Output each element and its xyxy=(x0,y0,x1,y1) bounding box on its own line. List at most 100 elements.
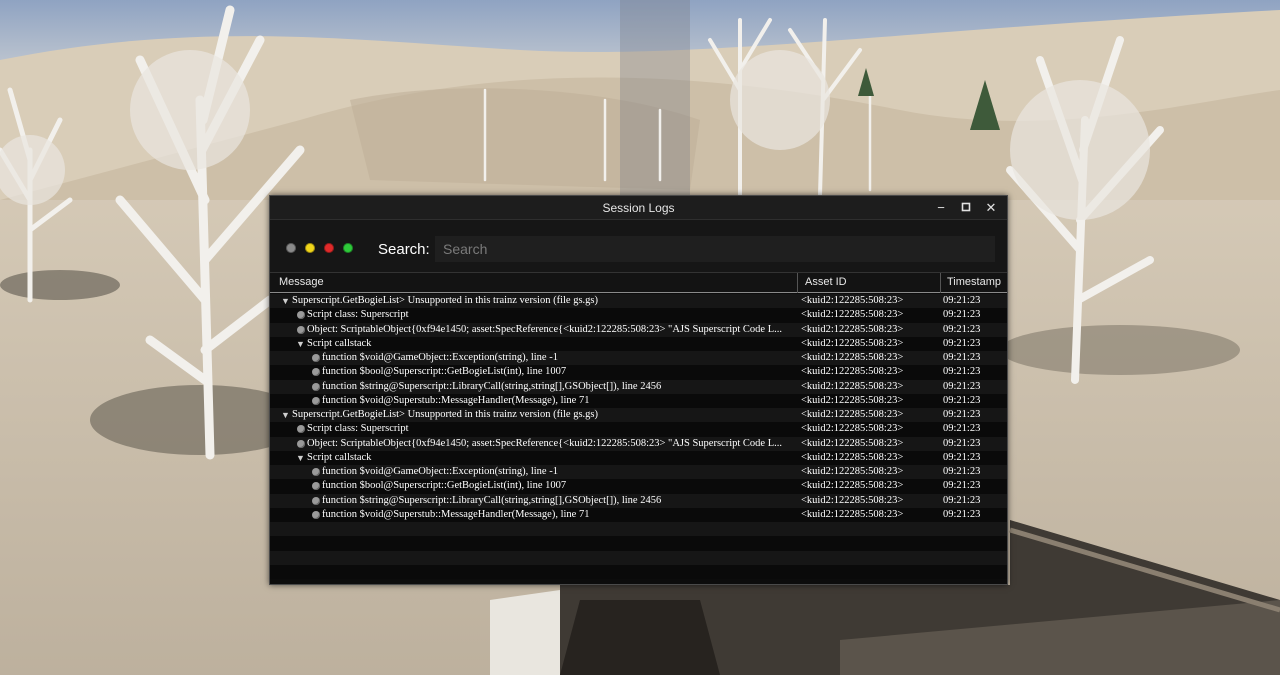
log-timestamp: 09:21:23 xyxy=(943,295,981,306)
log-message: function $void@Superstub::MessageHandler… xyxy=(322,394,590,406)
log-message: Object: ScriptableObject{0xf94e1450; ass… xyxy=(307,437,782,449)
log-message: Superscript.GetBogieList> Unsupported in… xyxy=(292,409,598,420)
log-asset-id: <kuid2:122285:508:23> xyxy=(801,380,904,392)
log-timestamp: 09:21:23 xyxy=(943,451,981,463)
log-timestamp: 09:21:23 xyxy=(943,423,981,435)
bullet-icon xyxy=(312,482,320,491)
log-timestamp: 09:21:23 xyxy=(943,437,981,449)
bullet-icon xyxy=(312,510,320,519)
log-timestamp: 09:21:23 xyxy=(943,323,981,335)
log-timestamp: 09:21:23 xyxy=(943,508,981,520)
log-message: function $bool@Superscript::GetBogieList… xyxy=(322,366,567,378)
log-timestamp: 09:21:23 xyxy=(943,352,981,363)
log-asset-id: <kuid2:122285:508:23> xyxy=(801,437,904,449)
bullet-icon xyxy=(297,439,305,448)
bullet-icon xyxy=(297,325,305,334)
gray-filter-dot[interactable] xyxy=(286,243,296,253)
log-asset-id: <kuid2:122285:508:23> xyxy=(801,466,904,477)
log-asset-id: <kuid2:122285:508:23> xyxy=(801,352,904,363)
log-row[interactable]: Script class: Superscript <kuid2:122285:5… xyxy=(270,308,1007,323)
green-filter-dot[interactable] xyxy=(343,243,353,253)
log-asset-id: <kuid2:122285:508:23> xyxy=(801,508,904,520)
log-asset-id: <kuid2:122285:508:23> xyxy=(801,409,904,420)
log-asset-id: <kuid2:122285:508:23> xyxy=(801,337,904,349)
maximize-icon xyxy=(961,200,971,215)
log-row[interactable]: function $bool@Superscript::GetBogieList… xyxy=(270,365,1007,380)
expand-triangle-icon[interactable]: ▼ xyxy=(281,294,290,308)
bullet-icon xyxy=(312,468,320,476)
log-row[interactable]: function $void@GameObject::Exception(str… xyxy=(270,351,1007,366)
log-row[interactable]: ▼ Script callstack <kuid2:122285:508:23> 09… xyxy=(270,336,1007,351)
log-timestamp: 09:21:23 xyxy=(943,366,981,378)
log-row[interactable]: Object: ScriptableObject{0xf94e1450; ass… xyxy=(270,436,1007,451)
log-row[interactable]: Object: ScriptableObject{0xf94e1450; ass… xyxy=(270,322,1007,337)
log-timestamp: 09:21:23 xyxy=(943,394,981,406)
log-row[interactable]: ▼ Superscript.GetBogieList> Unsupported i… xyxy=(270,294,1007,309)
search-input[interactable] xyxy=(435,236,995,262)
log-message: Script class: Superscript xyxy=(307,309,409,321)
bullet-icon xyxy=(312,496,320,505)
log-asset-id: <kuid2:122285:508:23> xyxy=(801,366,904,378)
log-row[interactable]: ▼ Superscript.GetBogieList> Unsupported i… xyxy=(270,408,1007,423)
log-row[interactable]: function $string@Superscript::LibraryCal… xyxy=(270,379,1007,394)
log-timestamp: 09:21:23 xyxy=(943,337,981,349)
log-message: Script callstack xyxy=(307,451,372,463)
empty-row xyxy=(270,522,1007,537)
log-row[interactable]: function $void@Superstub::MessageHandler… xyxy=(270,507,1007,522)
yellow-filter-dot[interactable] xyxy=(305,243,315,253)
title-bar[interactable]: Session Logs − ✕ xyxy=(270,196,1007,220)
bullet-icon xyxy=(312,396,320,405)
red-filter-dot[interactable] xyxy=(324,243,334,253)
log-row[interactable]: function $string@Superscript::LibraryCal… xyxy=(270,493,1007,508)
log-message: Script callstack xyxy=(307,337,372,349)
empty-row xyxy=(270,536,1007,551)
log-message: Object: ScriptableObject{0xf94e1450; ass… xyxy=(307,323,782,335)
close-icon: ✕ xyxy=(985,200,997,215)
table-header: Message Asset ID Timestamp xyxy=(270,272,1007,293)
log-timestamp: 09:21:23 xyxy=(943,494,981,506)
log-row[interactable]: function $void@Superstub::MessageHandler… xyxy=(270,393,1007,408)
log-table-body[interactable]: ▼ Superscript.GetBogieList> Unsupported i… xyxy=(270,294,1007,584)
close-button[interactable]: ✕ xyxy=(982,199,1000,217)
log-message: function $void@GameObject::Exception(str… xyxy=(322,466,558,477)
log-asset-id: <kuid2:122285:508:23> xyxy=(801,309,904,321)
log-message: Superscript.GetBogieList> Unsupported in… xyxy=(292,295,598,306)
column-header-timestamp[interactable]: Timestamp xyxy=(940,273,1009,293)
log-asset-id: <kuid2:122285:508:23> xyxy=(801,480,904,492)
log-timestamp: 09:21:23 xyxy=(943,480,981,492)
log-timestamp: 09:21:23 xyxy=(943,466,981,477)
minimize-icon: − xyxy=(937,200,945,215)
log-row[interactable]: Script class: Superscript <kuid2:122285:5… xyxy=(270,422,1007,437)
empty-row xyxy=(270,550,1007,565)
log-row[interactable]: function $void@GameObject::Exception(str… xyxy=(270,465,1007,480)
maximize-button[interactable] xyxy=(957,199,975,217)
window-title: Session Logs xyxy=(602,201,675,215)
log-toolbar: Search: xyxy=(270,220,1007,272)
log-row[interactable]: ▼ Script callstack <kuid2:122285:508:23> 09… xyxy=(270,450,1007,465)
expand-triangle-icon[interactable]: ▼ xyxy=(296,451,305,465)
bullet-icon xyxy=(312,368,320,377)
session-logs-window: Session Logs − ✕ Search: Message Asset I… xyxy=(269,195,1008,585)
log-asset-id: <kuid2:122285:508:23> xyxy=(801,423,904,435)
log-message: function $void@Superstub::MessageHandler… xyxy=(322,508,590,520)
log-timestamp: 09:21:23 xyxy=(943,380,981,392)
log-message: function $bool@Superscript::GetBogieList… xyxy=(322,480,567,492)
log-timestamp: 09:21:23 xyxy=(943,309,981,321)
log-timestamp: 09:21:23 xyxy=(943,409,981,420)
bullet-icon xyxy=(312,354,320,362)
log-message: function $string@Superscript::LibraryCal… xyxy=(322,380,662,392)
minimize-button[interactable]: − xyxy=(932,199,950,217)
log-row[interactable]: function $bool@Superscript::GetBogieList… xyxy=(270,479,1007,494)
empty-row xyxy=(270,564,1007,579)
log-asset-id: <kuid2:122285:508:23> xyxy=(801,494,904,506)
column-header-message[interactable]: Message xyxy=(270,273,798,293)
log-message: Script class: Superscript xyxy=(307,423,409,435)
bullet-icon xyxy=(297,311,305,320)
expand-triangle-icon[interactable]: ▼ xyxy=(281,408,290,422)
column-header-asset-id[interactable]: Asset ID xyxy=(797,273,940,293)
search-label: Search: xyxy=(378,241,430,258)
bullet-icon xyxy=(297,425,305,434)
log-asset-id: <kuid2:122285:508:23> xyxy=(801,394,904,406)
log-message: function $string@Superscript::LibraryCal… xyxy=(322,494,662,506)
expand-triangle-icon[interactable]: ▼ xyxy=(296,337,305,351)
